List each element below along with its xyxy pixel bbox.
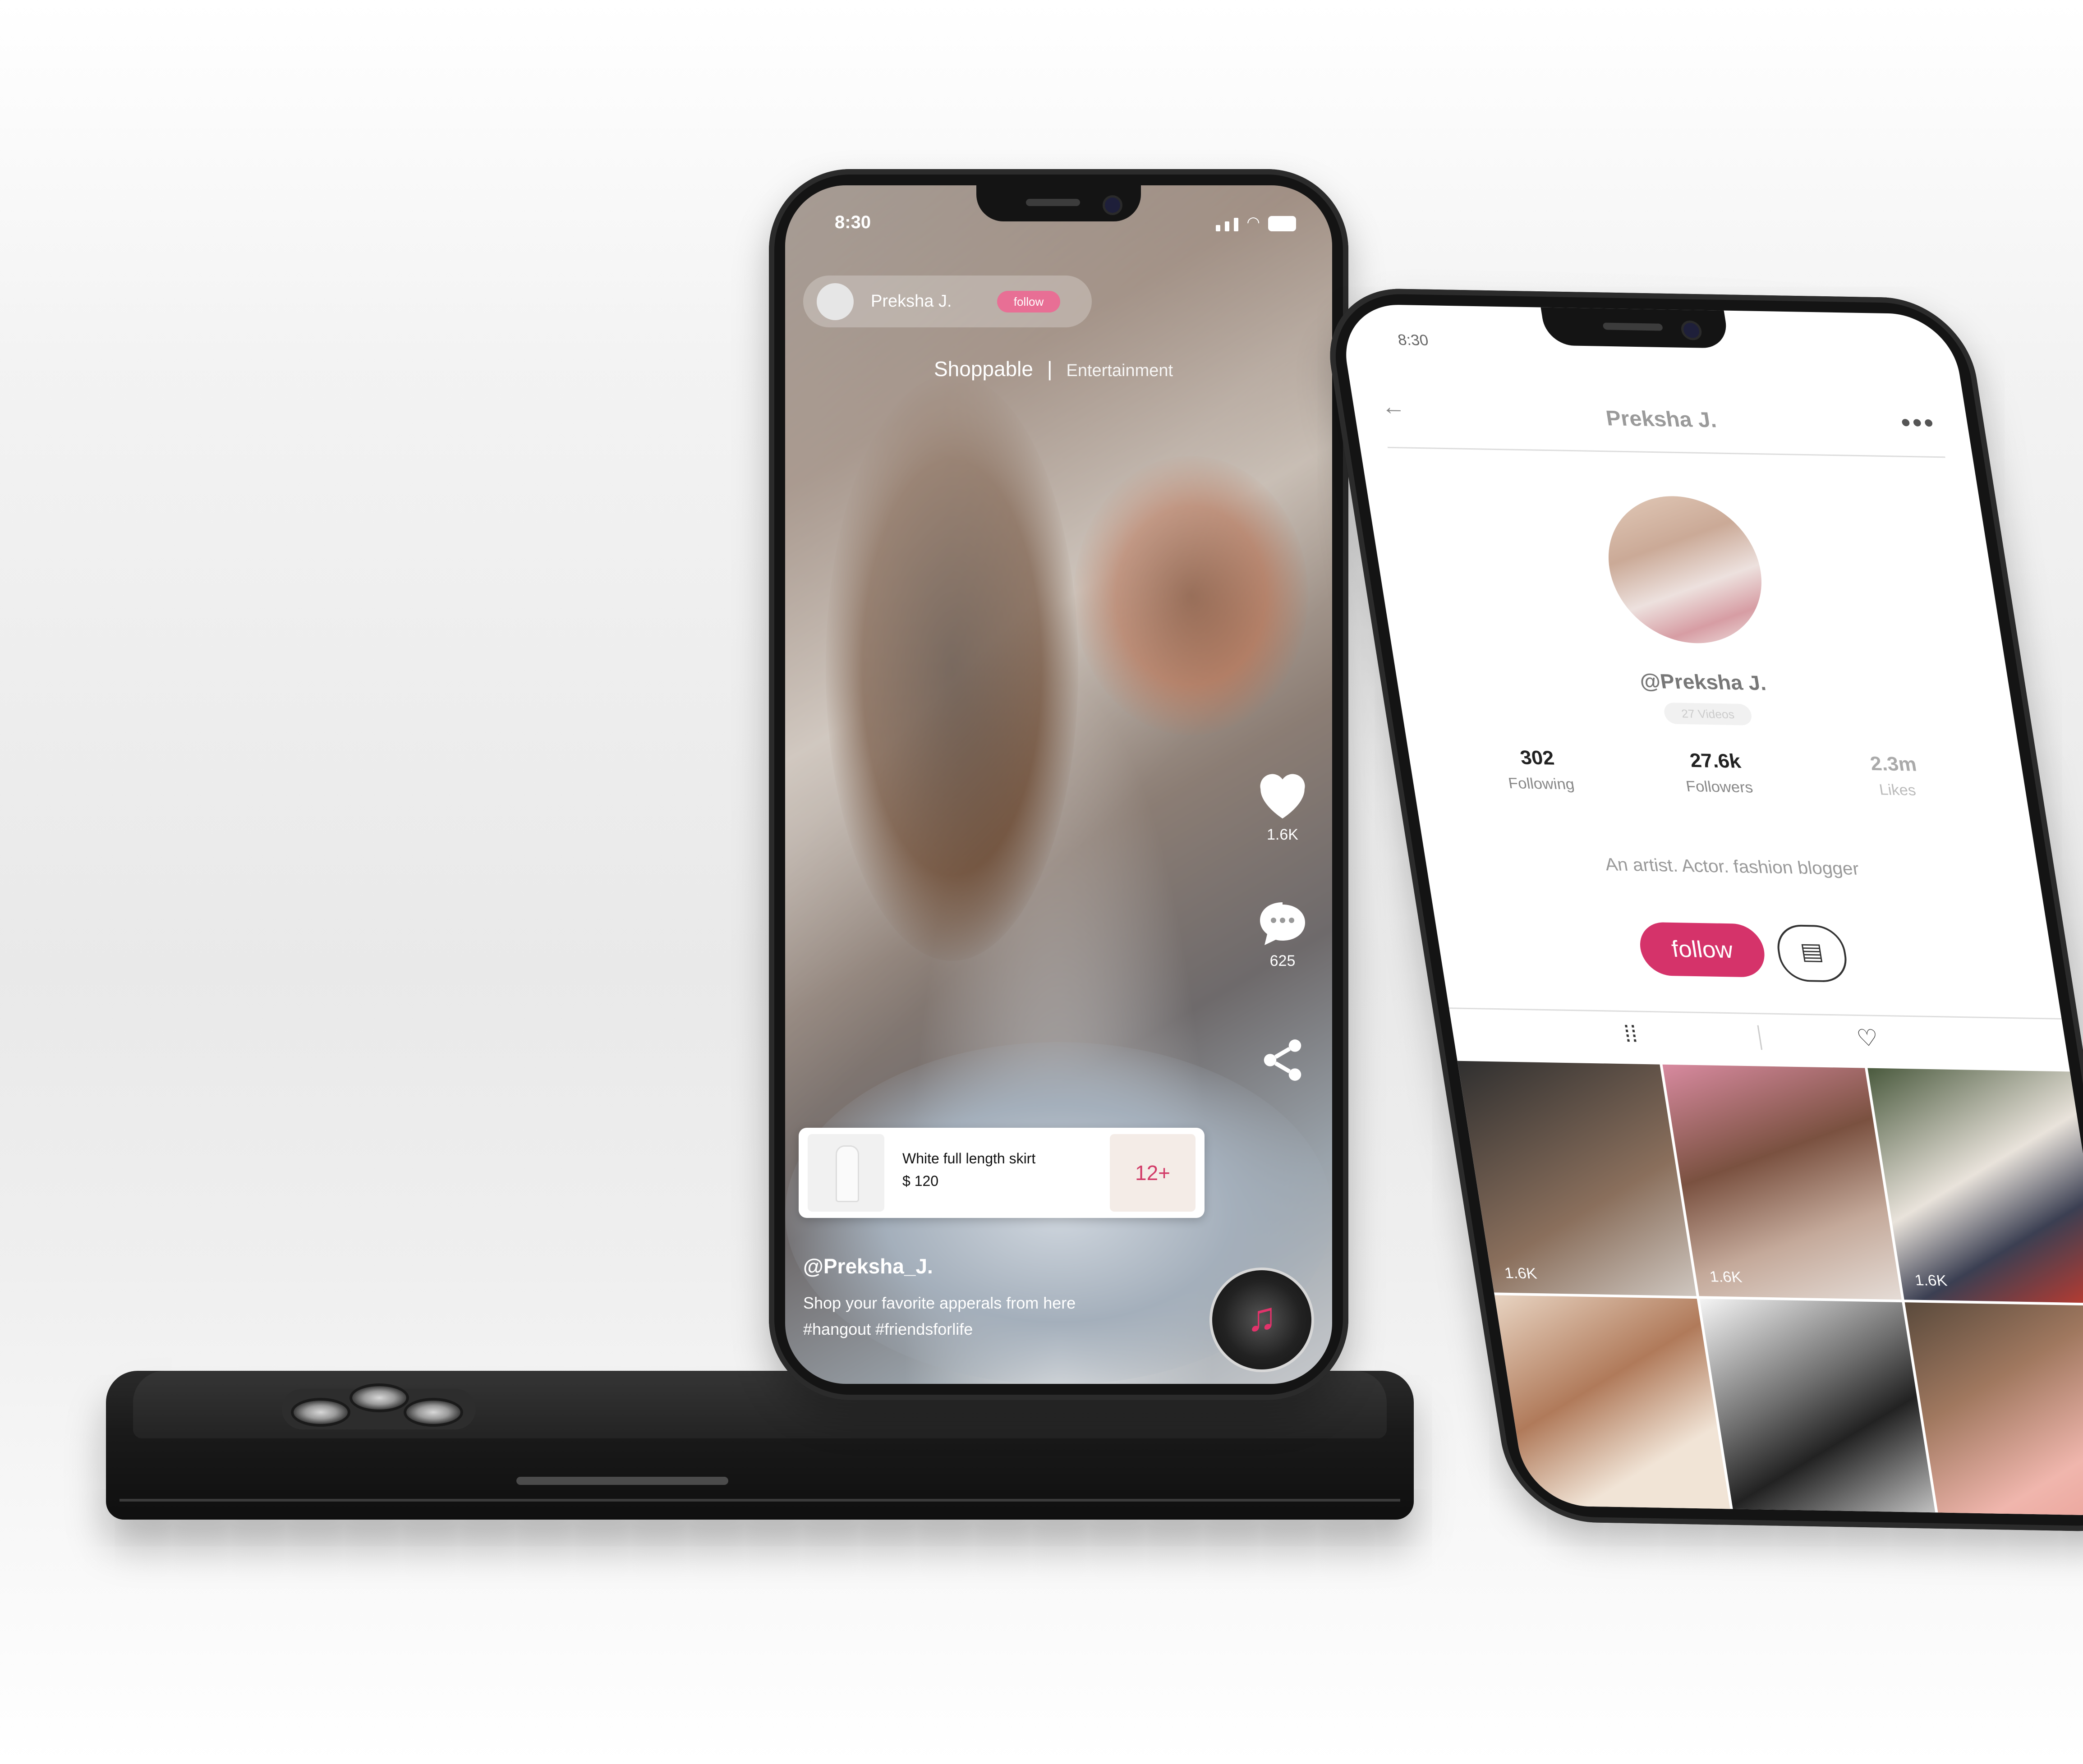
feed-screen: 8:30 ◠ Preksha J. follow Shoppable | Ent…: [785, 185, 1332, 1384]
creator-name: Preksha J.: [871, 292, 952, 311]
video-tile[interactable]: [1699, 1299, 1939, 1516]
message-button[interactable]: ▤: [1773, 924, 1851, 983]
comments-count: 625: [1269, 952, 1296, 969]
video-caption: Shop your favorite apperals from here #h…: [803, 1290, 1137, 1342]
stat-likes[interactable]: 2.3m Likes: [1832, 752, 1959, 800]
front-camera: [1103, 195, 1122, 215]
like-action[interactable]: 1.6K: [1251, 767, 1314, 844]
likes-count: 1.6K: [1267, 826, 1298, 843]
camera-lens: [349, 1383, 409, 1412]
product-thumbnail[interactable]: [808, 1134, 884, 1212]
more-products-button[interactable]: 12+: [1110, 1134, 1196, 1212]
profile-avatar[interactable]: [1598, 495, 1772, 645]
tab-shoppable[interactable]: Shoppable: [934, 357, 1033, 381]
video-tile[interactable]: 1.6K: [1662, 1064, 1902, 1300]
phone-edge: [120, 1499, 1400, 1502]
music-disc-button[interactable]: ♫: [1209, 1268, 1314, 1372]
mockup-stage: 8:30 ◠ Preksha J. follow Shoppable | Ent…: [0, 0, 2083, 1764]
video-grid: 1.6K 1.6K 1.6K: [1457, 1061, 2083, 1516]
stat-value: 2.3m: [1868, 753, 1918, 776]
videos-chip: 27 Videos: [1662, 702, 1753, 726]
stat-following[interactable]: 302 Following: [1476, 746, 1602, 794]
more-icon[interactable]: •••: [1899, 407, 1938, 438]
follow-chip[interactable]: follow: [997, 291, 1060, 312]
stat-value: 27.6k: [1688, 749, 1743, 772]
follow-button[interactable]: follow: [1636, 922, 1769, 978]
heart-outline-icon[interactable]: ♡: [1855, 1025, 1881, 1052]
camera-lens: [291, 1398, 350, 1427]
tab-divider: [1757, 1025, 1763, 1050]
video-tile[interactable]: 1.6K: [1457, 1061, 1697, 1296]
profile-tabs: ⁞⁞ ♡: [1448, 1007, 2069, 1069]
feed-tabs: Shoppable | Entertainment: [934, 357, 1173, 381]
notch: [976, 185, 1141, 221]
grid-icon[interactable]: ⁞⁞: [1622, 1021, 1640, 1048]
speaker: [1026, 199, 1080, 206]
stat-label: Followers: [1684, 778, 1754, 796]
profile-screen: 8:30 ← Preksha J. ••• @Preksha J. 27 Vid…: [1337, 303, 2083, 1516]
music-note-icon: ♫: [1246, 1295, 1277, 1340]
page-title: Preksha J.: [1604, 406, 1718, 432]
tile-likes: 1.6K: [1913, 1272, 1949, 1290]
status-time: 8:30: [1396, 331, 1430, 349]
tile-likes: 1.6K: [1503, 1264, 1538, 1282]
share-action[interactable]: [1251, 1033, 1314, 1089]
wifi-icon: ◠: [1246, 214, 1260, 231]
feed-phone: 8:30 ◠ Preksha J. follow Shoppable | Ent…: [769, 169, 1348, 1400]
status-icons: ◠: [1216, 213, 1296, 231]
tab-entertainment[interactable]: Entertainment: [1067, 361, 1173, 380]
signal-icon: [1216, 225, 1221, 231]
front-camera: [1679, 320, 1703, 340]
product-card[interactable]: White full length skirt $ 120 12+: [799, 1128, 1205, 1218]
tile-likes: 1.6K: [1708, 1268, 1743, 1286]
profile-phone: 8:30 ← Preksha J. ••• @Preksha J. 27 Vid…: [1318, 287, 2083, 1533]
avatar[interactable]: [817, 283, 854, 320]
video-tile[interactable]: 1.6K: [1867, 1068, 2083, 1304]
header-divider: [1387, 446, 1945, 458]
signal-icon: [1234, 218, 1239, 231]
camera-module: [282, 1383, 476, 1429]
stat-label: Following: [1507, 775, 1576, 793]
camera-lens: [404, 1398, 463, 1427]
creator-handle[interactable]: @Preksha_J.: [803, 1254, 933, 1278]
hashtags[interactable]: #hangout #friendsforlife: [803, 1316, 1137, 1342]
stat-value: 302: [1518, 746, 1556, 769]
side-button: [516, 1477, 728, 1485]
notch: [1540, 307, 1730, 349]
comment-bubble-icon[interactable]: [1255, 898, 1310, 947]
caption-line: Shop your favorite apperals from here: [803, 1294, 1076, 1312]
status-time: 8:30: [835, 212, 871, 232]
stat-followers[interactable]: 27.6k Followers: [1654, 749, 1780, 797]
dress-image: [836, 1145, 859, 1202]
profile-handle: @Preksha J.: [1638, 669, 1768, 695]
profile-stats: 302 Following 27.6k Followers 2.3m Likes: [1476, 746, 1959, 800]
speaker: [1602, 322, 1663, 331]
message-icon: ▤: [1798, 938, 1825, 965]
share-icon[interactable]: [1258, 1033, 1307, 1087]
product-name: White full length skirt: [902, 1150, 1036, 1167]
tab-divider: |: [1047, 357, 1053, 381]
signal-icon: [1225, 221, 1230, 231]
heart-icon[interactable]: [1253, 767, 1312, 821]
product-price: $ 120: [902, 1173, 939, 1189]
profile-bio: An artist. Actor. fashion blogger: [1604, 854, 1861, 879]
battery-icon: [1268, 216, 1296, 231]
stat-label: Likes: [1878, 781, 1917, 799]
video-tile[interactable]: [1494, 1295, 1734, 1516]
video-tile[interactable]: [1904, 1302, 2083, 1516]
comment-action[interactable]: 625: [1251, 898, 1314, 970]
creator-pill[interactable]: Preksha J. follow: [803, 276, 1092, 327]
